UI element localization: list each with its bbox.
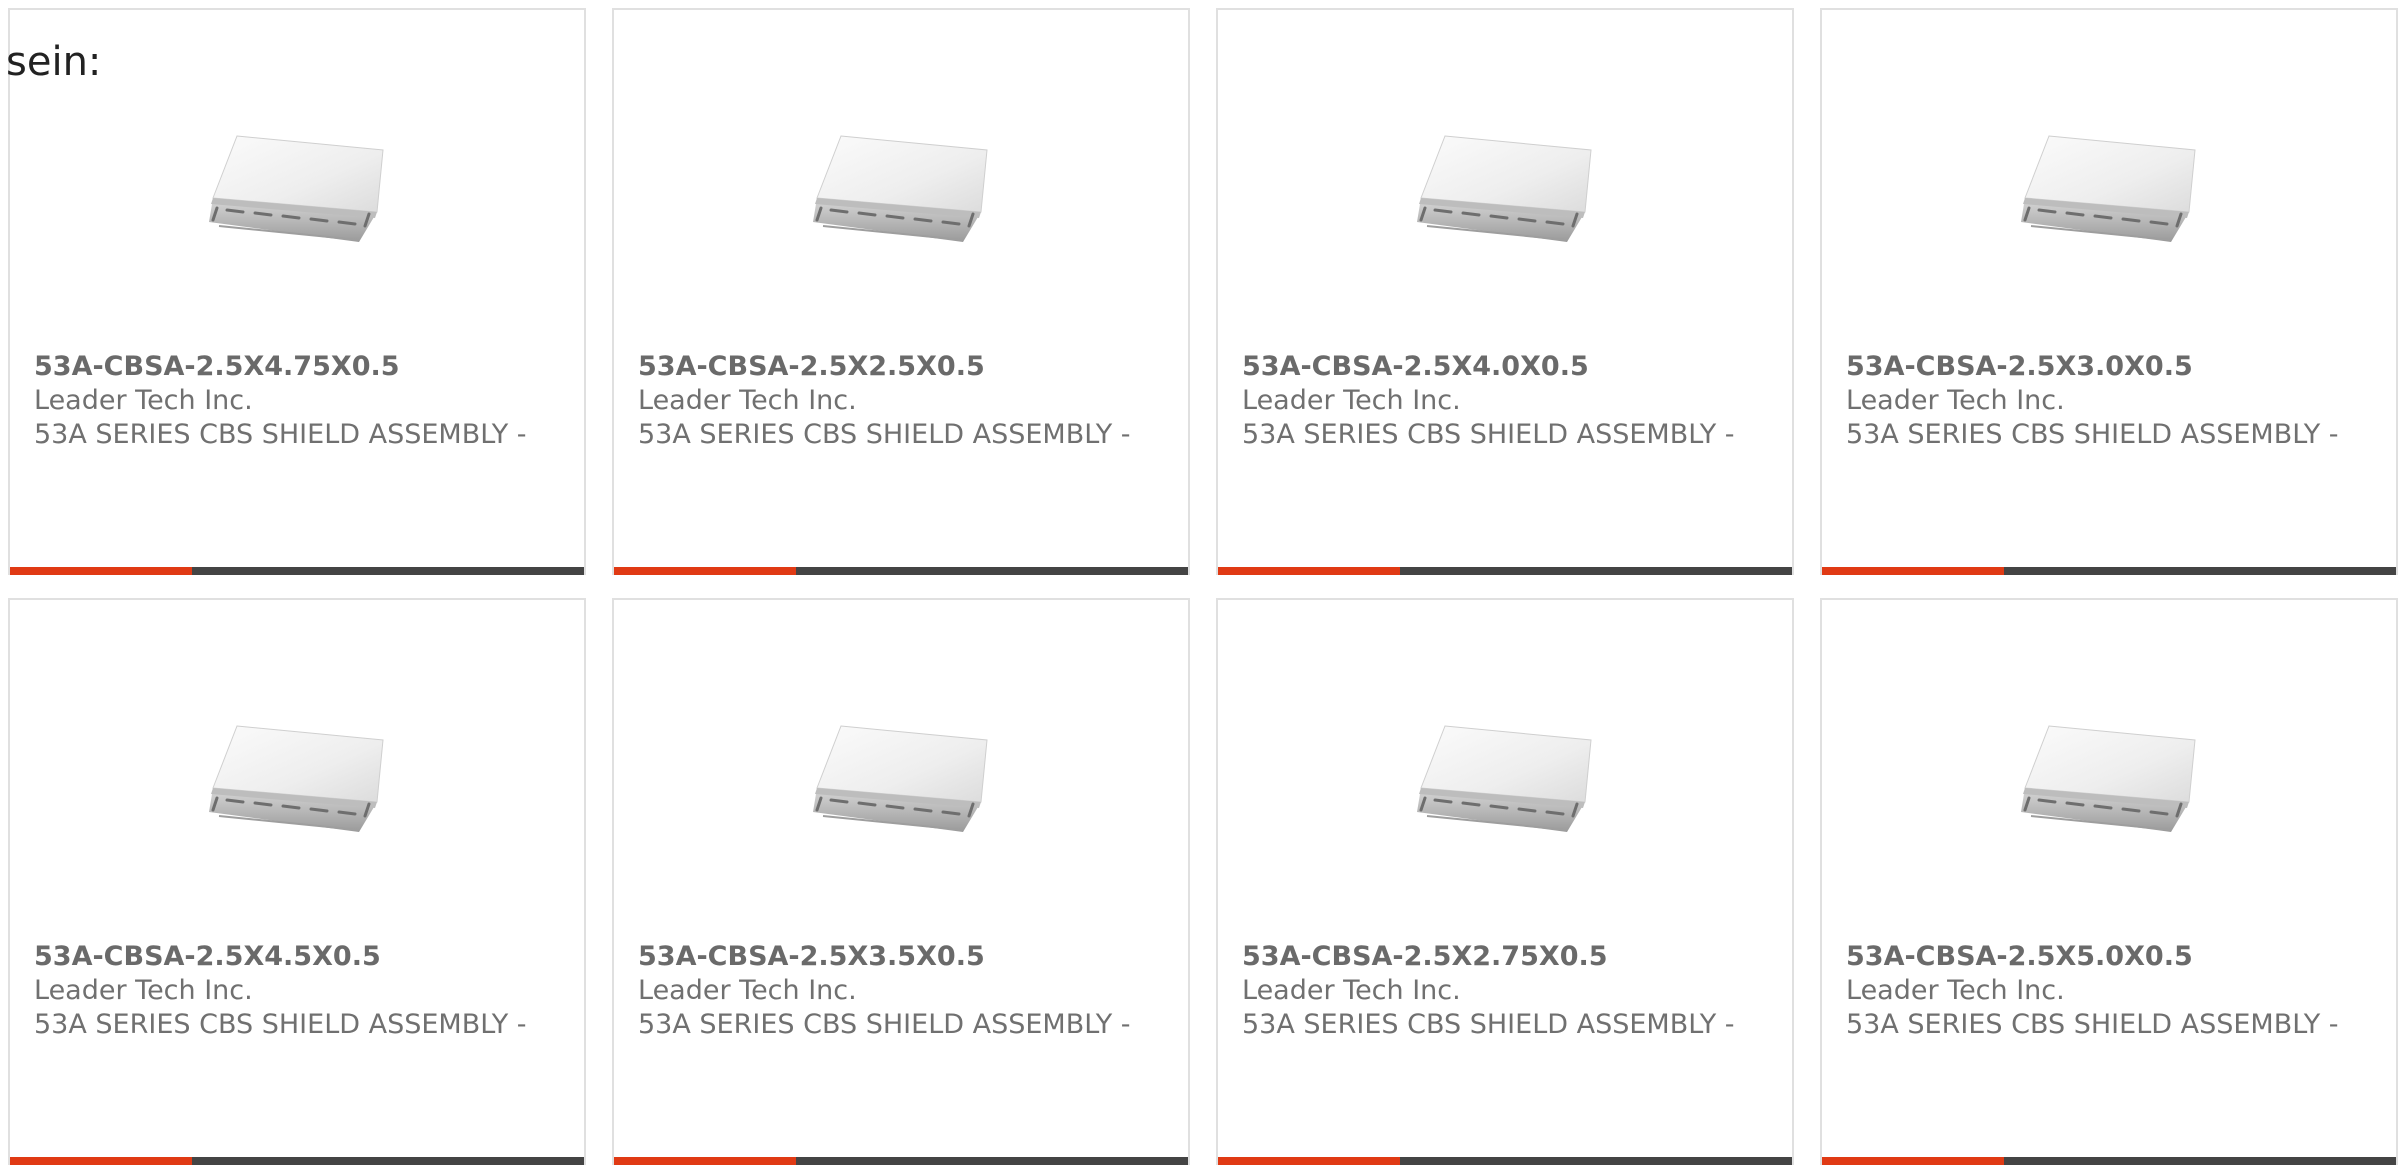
product-card[interactable]: 53A-CBSA-2.5X4.5X0.5 Leader Tech Inc. 53… [8,598,586,1165]
description: 53A SERIES CBS SHIELD ASSEMBLY - [1242,419,1735,450]
card-bar-accent [614,567,796,575]
product-info: 53A-CBSA-2.5X4.0X0.5 Leader Tech Inc. 53… [1242,350,1762,452]
product-info: 53A-CBSA-2.5X2.5X0.5 Leader Tech Inc. 53… [638,350,1158,452]
part-number[interactable]: 53A-CBSA-2.5X2.5X0.5 [638,350,1158,384]
manufacturer: Leader Tech Inc. [1242,975,1461,1006]
card-bottom-bar [614,567,1188,575]
part-number[interactable]: 53A-CBSA-2.5X3.5X0.5 [638,940,1158,974]
product-card[interactable]: 53A-CBSA-2.5X5.0X0.5 Leader Tech Inc. 53… [1820,598,2398,1165]
card-bar-accent [10,567,192,575]
part-number[interactable]: 53A-CBSA-2.5X4.0X0.5 [1242,350,1762,384]
description: 53A SERIES CBS SHIELD ASSEMBLY - [34,1009,527,1040]
card-bottom-bar [1218,567,1792,575]
shield-can-image [2021,725,2196,832]
manufacturer: Leader Tech Inc. [638,975,857,1006]
card-bar-accent [1822,1157,2004,1165]
product-card[interactable]: 53A-CBSA-2.5X2.75X0.5 Leader Tech Inc. 5… [1216,598,1794,1165]
manufacturer: Leader Tech Inc. [1846,385,2065,416]
product-card[interactable]: 53A-CBSA-2.5X4.0X0.5 Leader Tech Inc. 53… [1216,8,1794,575]
description: 53A SERIES CBS SHIELD ASSEMBLY - [638,1009,1131,1040]
shield-can-image [209,725,384,832]
card-bottom-bar [1822,1157,2396,1165]
shield-can-image [1417,725,1592,832]
product-card[interactable]: 53A-CBSA-2.5X3.5X0.5 Leader Tech Inc. 53… [612,598,1190,1165]
shield-can-image [813,725,988,832]
part-number[interactable]: 53A-CBSA-2.5X4.5X0.5 [34,940,554,974]
manufacturer: Leader Tech Inc. [34,975,253,1006]
shield-can-image [209,135,384,242]
card-bottom-bar [1218,1157,1792,1165]
manufacturer: Leader Tech Inc. [34,385,253,416]
description: 53A SERIES CBS SHIELD ASSEMBLY - [1242,1009,1735,1040]
manufacturer: Leader Tech Inc. [1242,385,1461,416]
card-bottom-bar [614,1157,1188,1165]
product-info: 53A-CBSA-2.5X4.75X0.5 Leader Tech Inc. 5… [34,350,554,452]
product-info: 53A-CBSA-2.5X2.75X0.5 Leader Tech Inc. 5… [1242,940,1762,1042]
shield-can-image [2021,135,2196,242]
shield-can-image [813,135,988,242]
product-info: 53A-CBSA-2.5X3.5X0.5 Leader Tech Inc. 53… [638,940,1158,1042]
part-number[interactable]: 53A-CBSA-2.5X2.75X0.5 [1242,940,1762,974]
card-bottom-bar [10,567,584,575]
part-number[interactable]: 53A-CBSA-2.5X4.75X0.5 [34,350,554,384]
card-bar-accent [1822,567,2004,575]
card-bar-accent [614,1157,796,1165]
manufacturer: Leader Tech Inc. [638,385,857,416]
part-number[interactable]: 53A-CBSA-2.5X5.0X0.5 [1846,940,2366,974]
card-bottom-bar [10,1157,584,1165]
product-card[interactable]: 53A-CBSA-2.5X4.75X0.5 Leader Tech Inc. 5… [8,8,586,575]
description: 53A SERIES CBS SHIELD ASSEMBLY - [638,419,1131,450]
shield-can-image [1417,135,1592,242]
part-number[interactable]: 53A-CBSA-2.5X3.0X0.5 [1846,350,2366,384]
card-bar-accent [1218,1157,1400,1165]
product-card[interactable]: 53A-CBSA-2.5X2.5X0.5 Leader Tech Inc. 53… [612,8,1190,575]
description: 53A SERIES CBS SHIELD ASSEMBLY - [1846,419,2339,450]
card-bottom-bar [1822,567,2396,575]
product-card[interactable]: 53A-CBSA-2.5X3.0X0.5 Leader Tech Inc. 53… [1820,8,2398,575]
description: 53A SERIES CBS SHIELD ASSEMBLY - [1846,1009,2339,1040]
manufacturer: Leader Tech Inc. [1846,975,2065,1006]
product-grid: 53A-CBSA-2.5X4.75X0.5 Leader Tech Inc. 5… [8,8,2400,1165]
intro-text: sein: [6,39,102,85]
description: 53A SERIES CBS SHIELD ASSEMBLY - [34,419,527,450]
card-bar-accent [1218,567,1400,575]
product-info: 53A-CBSA-2.5X5.0X0.5 Leader Tech Inc. 53… [1846,940,2366,1042]
product-info: 53A-CBSA-2.5X3.0X0.5 Leader Tech Inc. 53… [1846,350,2366,452]
product-info: 53A-CBSA-2.5X4.5X0.5 Leader Tech Inc. 53… [34,940,554,1042]
card-bar-accent [10,1157,192,1165]
